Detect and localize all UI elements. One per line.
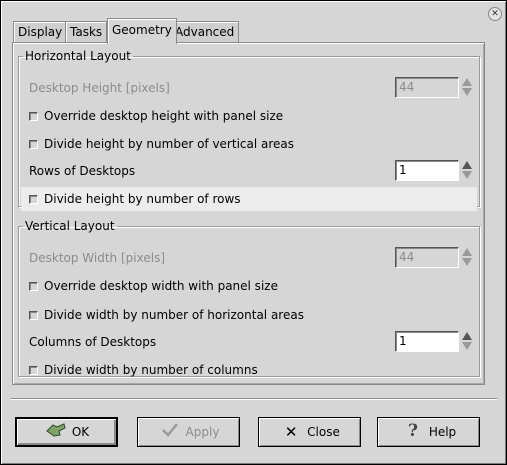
svg-text:?: ?: [408, 421, 418, 439]
divide-vertical-label: Divide height by number of vertical area…: [44, 137, 295, 151]
tab-advanced[interactable]: Advanced: [170, 21, 240, 43]
horizontal-layout-title: Horizontal Layout: [25, 49, 131, 63]
spin-down-icon[interactable]: [462, 257, 472, 266]
columns-row: Columns of Desktops: [29, 330, 477, 352]
rows-input[interactable]: [395, 159, 459, 181]
horizontal-layout-frame: Horizontal Layout Desktop Height [pixels…: [18, 49, 480, 211]
divide-rows-label: Divide height by number of rows: [44, 192, 241, 206]
override-height-checkbox[interactable]: [29, 111, 38, 121]
divide-horizontal-label: Divide width by number of horizontal are…: [44, 308, 304, 322]
divide-columns-checkbox[interactable]: [29, 365, 38, 375]
spin-down-icon[interactable]: [462, 170, 472, 179]
override-width-label: Override desktop width with panel size: [44, 279, 278, 293]
desktop-width-label: Desktop Width [pixels]: [29, 251, 165, 265]
apply-label: Apply: [185, 425, 220, 439]
help-label: Help: [428, 425, 457, 439]
override-width-checkbox[interactable]: [29, 281, 38, 291]
ok-hand-icon: [44, 422, 68, 442]
override-height-row[interactable]: Override desktop height with panel size: [29, 106, 477, 126]
columns-input[interactable]: [395, 330, 459, 352]
desktop-width-row: Desktop Width [pixels]: [29, 246, 477, 268]
columns-arrows[interactable]: [461, 331, 474, 352]
spin-up-icon[interactable]: [462, 247, 472, 256]
apply-button[interactable]: Apply: [137, 417, 240, 447]
columns-label: Columns of Desktops: [29, 335, 157, 349]
divide-columns-row[interactable]: Divide width by number of columns: [29, 360, 477, 380]
help-button[interactable]: ? Help: [377, 417, 480, 447]
rows-arrows[interactable]: [461, 160, 474, 181]
desktop-height-arrows[interactable]: [461, 77, 474, 98]
x-icon: ✕: [284, 423, 298, 441]
preferences-dialog: ✕ Display Tasks Geometry Advanced Horizo…: [0, 0, 507, 465]
desktop-height-spinner: [395, 76, 475, 98]
desktop-height-row: Desktop Height [pixels]: [29, 76, 477, 98]
close-label: Close: [307, 425, 340, 439]
ok-button[interactable]: OK: [15, 417, 118, 447]
columns-spinner: [395, 330, 475, 352]
geometry-page: Horizontal Layout Desktop Height [pixels…: [12, 42, 485, 385]
divide-rows-row[interactable]: Divide height by number of rows: [21, 187, 477, 211]
desktop-height-input[interactable]: [395, 76, 459, 98]
tab-display[interactable]: Display: [13, 21, 68, 43]
divide-horizontal-row[interactable]: Divide width by number of horizontal are…: [29, 305, 477, 325]
rows-row: Rows of Desktops: [29, 159, 477, 181]
desktop-height-label: Desktop Height [pixels]: [29, 81, 170, 95]
close-button[interactable]: ✕ Close: [258, 417, 361, 447]
tab-tasks[interactable]: Tasks: [65, 21, 108, 43]
spin-up-icon[interactable]: [462, 77, 472, 86]
spin-down-icon[interactable]: [462, 87, 472, 96]
divide-vertical-row[interactable]: Divide height by number of vertical area…: [29, 134, 477, 154]
divide-horizontal-checkbox[interactable]: [29, 310, 38, 320]
divide-columns-label: Divide width by number of columns: [44, 363, 258, 377]
spin-up-icon[interactable]: [462, 331, 472, 340]
desktop-width-spinner: [395, 246, 475, 268]
divide-vertical-checkbox[interactable]: [29, 139, 38, 149]
question-mark-icon: ?: [401, 421, 425, 443]
divide-rows-checkbox[interactable]: [29, 194, 38, 204]
ok-label: OK: [71, 425, 90, 439]
override-height-label: Override desktop height with panel size: [44, 109, 284, 123]
tab-geometry[interactable]: Geometry: [107, 18, 177, 44]
window-close-icon[interactable]: ✕: [488, 7, 502, 21]
rows-spinner: [395, 159, 475, 181]
spin-up-icon[interactable]: [462, 160, 472, 169]
desktop-width-arrows[interactable]: [461, 247, 474, 268]
button-separator: [11, 398, 497, 400]
override-width-row[interactable]: Override desktop width with panel size: [29, 276, 477, 296]
checkmark-icon: [158, 422, 182, 442]
desktop-width-input[interactable]: [395, 246, 459, 268]
rows-label: Rows of Desktops: [29, 164, 136, 178]
vertical-layout-title: Vertical Layout: [25, 219, 115, 233]
vertical-layout-frame: Vertical Layout Desktop Width [pixels] O…: [18, 219, 480, 377]
spin-down-icon[interactable]: [462, 341, 472, 350]
